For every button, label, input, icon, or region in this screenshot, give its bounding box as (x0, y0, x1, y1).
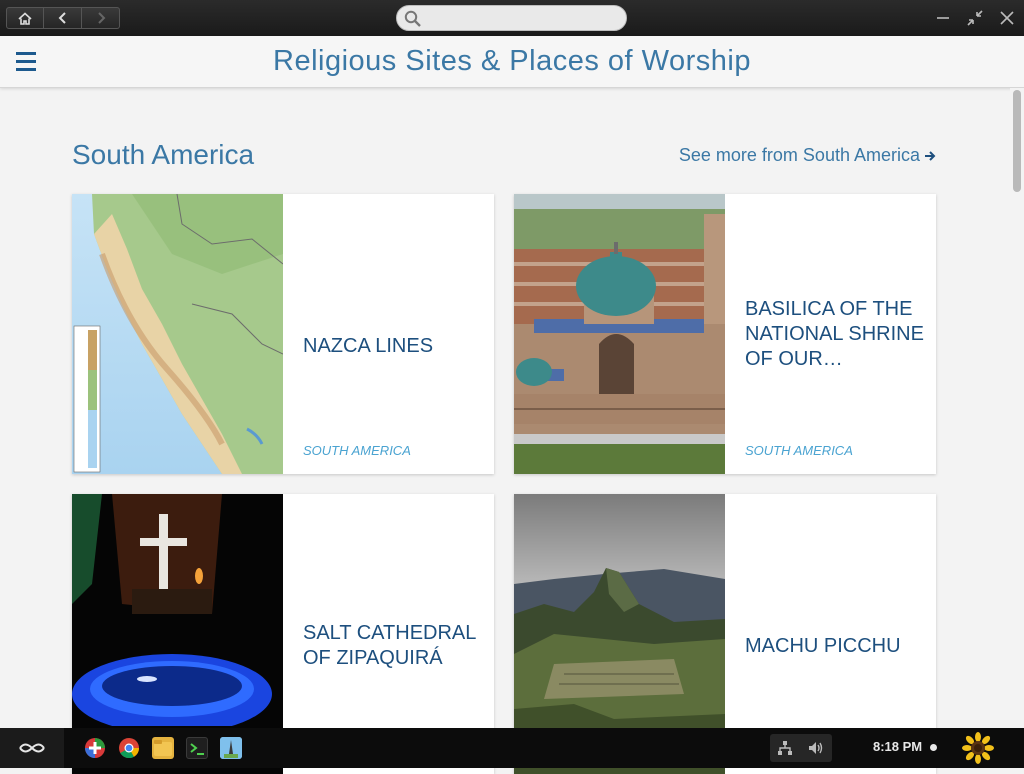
nav-buttons (6, 7, 120, 29)
card-title: BASILICA OF THE NATIONAL SHRINE OF OUR… (745, 298, 924, 370)
search-box[interactable] (396, 5, 627, 31)
vertical-scrollbar[interactable] (1010, 88, 1024, 728)
system-tray (770, 734, 832, 762)
page-title: Religious Sites & Places of Worship (273, 45, 751, 77)
app-store-icon[interactable] (84, 737, 106, 759)
window-titlebar (0, 0, 1024, 36)
app-header: Religious Sites & Places of Worship (0, 36, 1024, 88)
close-button[interactable] (998, 9, 1016, 27)
see-more-label: See more from South America (678, 145, 920, 165)
minimize-icon (937, 17, 949, 19)
forward-icon (97, 12, 105, 24)
card-image-map (72, 194, 283, 474)
desktop-button[interactable] (0, 728, 64, 768)
card-title: NAZCA LINES (303, 335, 434, 357)
terminal-icon[interactable] (186, 737, 208, 759)
card-nazca-lines[interactable]: NAZCA LINES SOUTH AMERICA (72, 194, 494, 474)
forward-button[interactable] (82, 7, 120, 29)
volume-icon[interactable] (807, 740, 825, 756)
home-icon (18, 11, 32, 25)
network-icon[interactable] (777, 740, 793, 756)
see-more-link[interactable]: See more from South America (679, 145, 936, 166)
search-icon (404, 10, 421, 27)
unmaximize-button[interactable] (966, 9, 984, 27)
travel-app-icon[interactable] (220, 737, 242, 759)
arrow-right-icon (925, 150, 936, 161)
user-avatar[interactable] (962, 732, 994, 764)
endless-logo-icon (19, 743, 45, 753)
card-image-basilica (514, 194, 725, 474)
card-region: SOUTH AMERICA (303, 443, 411, 458)
scrollbar-thumb[interactable] (1013, 90, 1021, 192)
chrome-icon[interactable] (118, 737, 140, 759)
card-basilica[interactable]: BASILICA OF THE NATIONAL SHRINE OF OUR… … (514, 194, 936, 474)
back-button[interactable] (44, 7, 82, 29)
search-input[interactable] (425, 9, 615, 27)
back-icon (58, 12, 66, 24)
section-title: South America (72, 139, 255, 170)
notification-dot (930, 744, 937, 751)
unmaximize-icon (967, 10, 983, 26)
minimize-button[interactable] (934, 9, 952, 27)
home-button[interactable] (6, 7, 44, 29)
card-title: SALT CATHEDRAL OF ZIPAQUIRÁ (303, 622, 476, 669)
files-icon[interactable] (152, 737, 174, 759)
card-title: MACHU PICCHU (745, 635, 901, 657)
clock[interactable]: 8:18 PM (873, 739, 922, 754)
taskbar: 8:18 PM (0, 728, 1024, 768)
window-controls (934, 9, 1016, 27)
card-region: SOUTH AMERICA (745, 443, 853, 458)
close-icon (1000, 11, 1014, 25)
